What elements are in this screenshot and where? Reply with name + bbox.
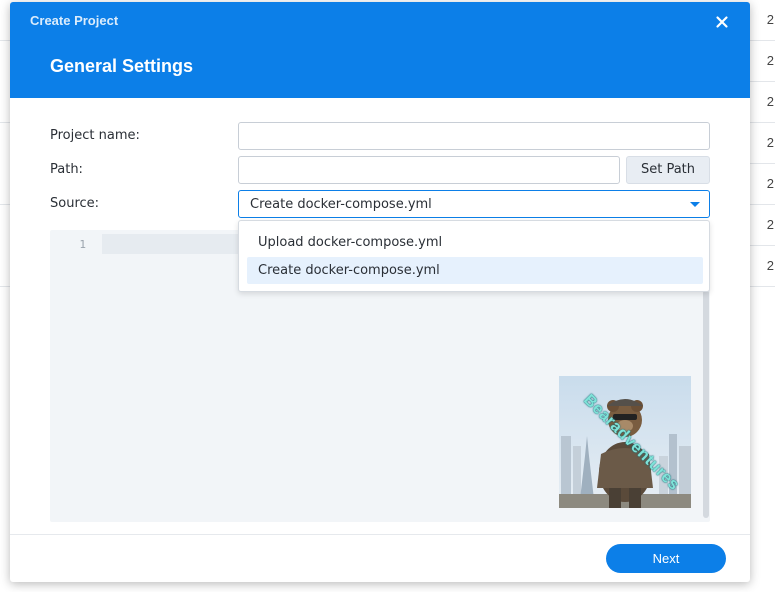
source-select-value: Create docker-compose.yml [250, 197, 432, 212]
source-dropdown-menu: Upload docker-compose.yml Create docker-… [238, 220, 710, 292]
path-label: Path: [50, 162, 83, 177]
source-label: Source: [50, 196, 100, 211]
table-divider [0, 122, 10, 123]
editor-gutter: 1 [50, 230, 100, 522]
dialog-title: Create Project [30, 13, 119, 28]
table-cell: 2 [766, 217, 774, 232]
line-number: 1 [79, 238, 86, 251]
close-button[interactable] [712, 12, 732, 32]
table-cell: 2 [766, 176, 774, 191]
close-icon [716, 16, 728, 28]
section-heading: General Settings [50, 56, 194, 76]
caret-down-icon [690, 202, 700, 207]
path-input[interactable] [238, 156, 620, 184]
watermark-image: Bearadventures [559, 376, 691, 508]
source-select[interactable]: Create docker-compose.yml [238, 190, 710, 218]
table-cell: 2 [766, 258, 774, 273]
create-project-dialog: Create Project General Settings Project … [10, 2, 750, 582]
table-cell: 2 [766, 53, 774, 68]
dropdown-option-upload[interactable]: Upload docker-compose.yml [247, 229, 703, 256]
table-divider [0, 286, 10, 287]
table-cell: 2 [766, 12, 774, 27]
project-name-input[interactable] [238, 122, 710, 150]
footer-divider [10, 534, 750, 535]
table-cell: 2 [766, 94, 774, 109]
dialog-header: Create Project General Settings [10, 2, 750, 98]
table-divider [0, 204, 10, 205]
table-divider [0, 40, 10, 41]
next-button[interactable]: Next [606, 544, 726, 573]
table-cell: 2 [766, 135, 774, 150]
editor-scrollbar[interactable] [703, 290, 709, 518]
set-path-button[interactable]: Set Path [626, 156, 710, 184]
project-name-label: Project name: [50, 128, 140, 143]
dropdown-option-create[interactable]: Create docker-compose.yml [247, 257, 703, 284]
